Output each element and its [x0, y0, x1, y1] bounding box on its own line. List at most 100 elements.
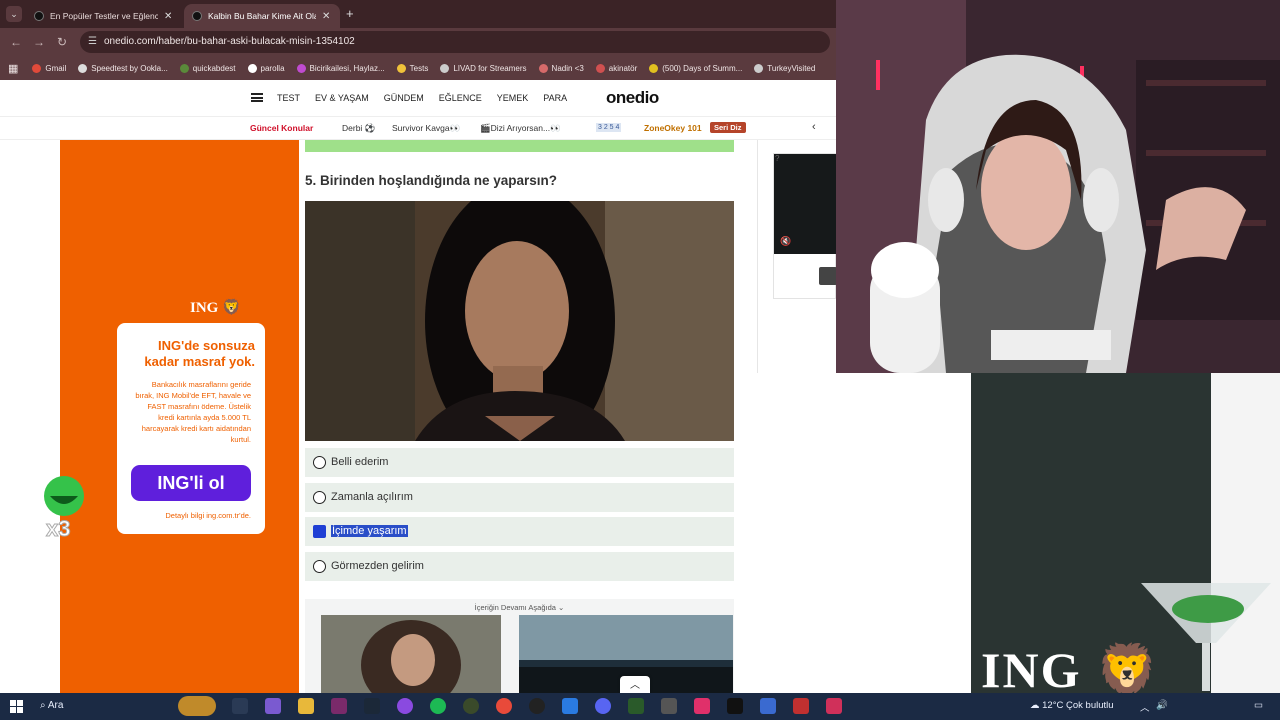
bookmark-item[interactable]: Tests — [396, 63, 428, 73]
scroll-up-button[interactable]: ︿ — [620, 676, 650, 693]
address-bar[interactable]: ☰ onedio.com/haber/bu-bahar-aski-bulacak… — [80, 31, 830, 53]
answer-option[interactable]: Görmezden gelirim — [305, 552, 734, 581]
app-icon[interactable] — [661, 698, 677, 714]
answer-option-selected[interactable]: İçimde yaşarım — [305, 517, 734, 546]
app-icon[interactable] — [694, 698, 710, 714]
bookmark-favicon-icon — [754, 63, 764, 73]
ad-info-icon[interactable]: ? — [775, 154, 779, 163]
bookmark-item[interactable]: Gmail — [32, 63, 66, 73]
app-icon[interactable] — [793, 698, 809, 714]
bookmark-label: akinatör — [608, 63, 638, 73]
bookmark-item[interactable]: Nadin <3 — [538, 63, 584, 73]
bookmark-item[interactable]: TurkeyVisited — [754, 63, 815, 73]
nav-link[interactable]: YEMEK — [497, 93, 529, 103]
app-icon[interactable] — [760, 698, 776, 714]
copilot-icon[interactable] — [265, 698, 281, 714]
nav-link[interactable]: TEST — [277, 93, 300, 103]
ad-close-button[interactable] — [819, 267, 836, 285]
trending-item[interactable]: Survivor Kavga👀 — [392, 123, 460, 134]
bookmark-item[interactable]: Bicirikailesi, Haylaz... — [296, 63, 385, 73]
trending-item[interactable]: Derbi ⚽ — [342, 123, 375, 134]
site-favicon-icon — [34, 11, 44, 21]
chevron-left-icon[interactable]: ‹ — [812, 121, 816, 133]
trending-badge[interactable]: Seri Diz — [710, 122, 746, 133]
menu-icon[interactable] — [251, 93, 263, 102]
windows-start-icon[interactable] — [10, 700, 23, 713]
answer-option[interactable]: Belli ederim — [305, 448, 734, 477]
ad-card[interactable]: ING'de sonsuza kadar masraf yok. Bankacı… — [117, 323, 265, 534]
bookmark-label: (500) Days of Summ... — [662, 63, 743, 73]
app-icon[interactable] — [826, 698, 842, 714]
edge-icon[interactable] — [562, 698, 578, 714]
site-info-icon[interactable]: ☰ — [88, 31, 97, 53]
badge-multiplier: x3 — [46, 516, 70, 541]
app-icon[interactable] — [331, 698, 347, 714]
spotify-icon[interactable] — [430, 698, 446, 714]
app-icon[interactable] — [463, 698, 479, 714]
site-nav: TEST EV & YAŞAM GÜNDEM EĞLENCE YEMEK PARA — [277, 93, 567, 103]
answer-option[interactable]: Zamanla açılırım — [305, 483, 734, 512]
app-icon[interactable] — [397, 698, 413, 714]
bookmark-favicon-icon — [296, 63, 306, 73]
notification-icon[interactable]: ▭ — [1254, 700, 1263, 711]
bookmark-favicon-icon — [396, 63, 406, 73]
app-icon[interactable] — [628, 698, 644, 714]
close-tab-icon[interactable]: ✕ — [164, 11, 172, 22]
close-tab-icon[interactable]: ✕ — [322, 11, 330, 22]
mute-icon[interactable]: 🔇 — [780, 236, 791, 247]
portrait-photo — [305, 201, 734, 441]
browser-tab-strip: ⌄ En Popüler Testler ve Eğlenceli ✕ Kalb… — [0, 0, 836, 28]
trending-item[interactable]: 🎬Dizi Arıyorsan...👀 — [480, 123, 561, 134]
nav-link[interactable]: GÜNDEM — [384, 93, 424, 103]
discord-icon[interactable] — [595, 698, 611, 714]
volume-icon[interactable]: 🔊 — [1156, 700, 1168, 711]
taskbar-search[interactable]: ⌕ Ara — [40, 700, 63, 711]
tab-search-dropdown-icon[interactable]: ⌄ — [6, 6, 22, 22]
radio-icon[interactable] — [313, 456, 326, 469]
tab-title: En Popüler Testler ve Eğlenceli — [50, 11, 158, 21]
radio-selected-icon[interactable] — [313, 525, 326, 538]
back-icon[interactable]: ← — [10, 35, 22, 49]
trending-item[interactable]: ZoneOkey 101 — [644, 123, 702, 133]
radio-icon[interactable] — [313, 560, 326, 573]
bookmark-item[interactable]: quickabdest — [179, 63, 236, 73]
site-logo[interactable]: onedio — [606, 88, 659, 108]
tab-inactive[interactable]: En Popüler Testler ve Eğlenceli ✕ — [26, 4, 182, 28]
ad-thumbnail[interactable] — [321, 615, 501, 693]
tiktok-icon[interactable] — [727, 698, 743, 714]
task-view-icon[interactable] — [232, 698, 248, 714]
previous-answer-option[interactable] — [305, 140, 734, 152]
steam-icon[interactable] — [364, 698, 380, 714]
thumbnail-image — [321, 615, 501, 693]
new-tab-icon[interactable]: + — [346, 6, 354, 21]
nav-link[interactable]: EĞLENCE — [439, 93, 482, 103]
tab-active[interactable]: Kalbin Bu Bahar Kime Ait Olacak ✕ — [184, 4, 340, 28]
forward-icon[interactable]: → — [33, 35, 45, 49]
bookmark-item[interactable]: akinatör — [595, 63, 638, 73]
bookmark-item[interactable]: (500) Days of Summ... — [649, 63, 743, 73]
chrome-icon[interactable] — [496, 698, 512, 714]
weather-widget[interactable]: ☁ 12°C Çok bulutlu — [1030, 700, 1114, 711]
radio-icon[interactable] — [313, 491, 326, 504]
trending-label[interactable]: Güncel Konular — [250, 123, 313, 133]
ad-cta-button[interactable]: ING'li ol — [131, 465, 251, 501]
file-explorer-icon[interactable] — [298, 698, 314, 714]
tray-chevron-icon[interactable]: ︿ — [1140, 700, 1150, 714]
apps-grid-icon[interactable]: ▦ — [8, 62, 18, 75]
reload-icon[interactable]: ↻ — [57, 35, 67, 49]
answer-label: Görmezden gelirim — [331, 560, 424, 572]
bookmark-favicon-icon — [78, 63, 88, 73]
nav-link[interactable]: EV & YAŞAM — [315, 93, 369, 103]
bookmark-item[interactable]: parolla — [247, 63, 285, 73]
sidebar-video-ad[interactable]: 🔇 — [773, 153, 836, 299]
bookmark-favicon-icon — [538, 63, 548, 73]
bookmark-item[interactable]: Speedtest by Ookla... — [78, 63, 168, 73]
right-ad-banner[interactable]: ING 🦁 — [971, 373, 1280, 693]
video-player[interactable]: 🔇 — [774, 154, 836, 254]
nav-link[interactable]: PARA — [543, 93, 567, 103]
browser-toolbar: ← → ↻ ☰ onedio.com/haber/bu-bahar-aski-b… — [0, 28, 836, 56]
obs-icon[interactable] — [529, 698, 545, 714]
bookmark-item[interactable]: LIVAD for Streamers — [440, 63, 527, 73]
content-continues-label: İçeriğin Devamı Aşağıda ⌄ — [474, 603, 565, 612]
widget-icon[interactable] — [178, 696, 216, 716]
